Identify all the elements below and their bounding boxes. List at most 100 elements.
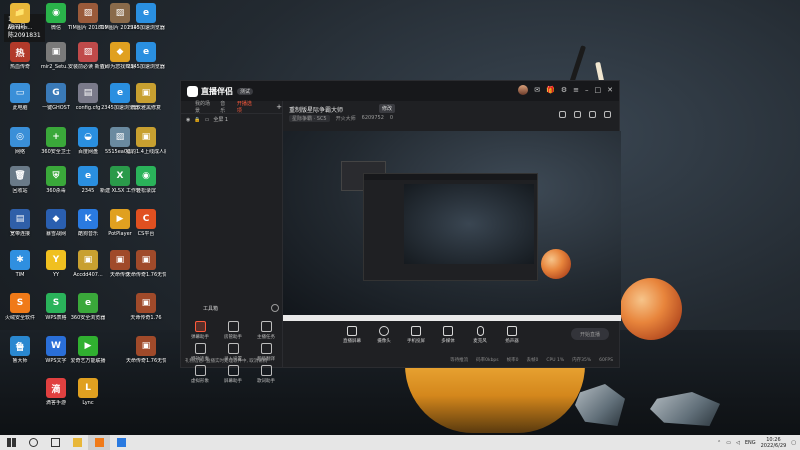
pin-icon[interactable] [589,111,596,118]
desktop-icon[interactable]: ▣ 天命传奇1.76 [126,293,166,321]
menu-icon[interactable]: ≡ [573,86,579,94]
notifications-icon[interactable]: ▢ [791,440,796,446]
phone-cast-button[interactable]: 手机投屏 [405,326,427,344]
media-icon [443,326,453,336]
desktop-icon[interactable]: e 360安全浏览器 [68,293,108,321]
gear-icon[interactable]: ⚙ [561,86,567,94]
avatar[interactable] [518,85,529,95]
tool-item[interactable]: 屏幕助手 [218,365,248,384]
taskbar: ⌃ ▭ ◁ ENG 10:26 2022/6/29 ▢ [0,435,800,450]
phone-icon [411,326,421,336]
desktop-icon[interactable]: 📁 Adminis... [0,3,40,31]
scene-item[interactable]: ◉ 🔒 ▭ 全屏 1 [181,114,282,125]
media-button[interactable]: 多媒体 [437,326,459,344]
tool-label: 虚拟形象 [191,379,209,384]
desktop-icon[interactable]: ▣ 天命传奇1.76无忧 [126,336,166,364]
desktop-icon-image: 鲁 [10,336,30,356]
tab-live-options[interactable]: 开播选项 [237,100,254,114]
desktop-icon[interactable]: 热热血传奇 [0,42,40,70]
start-live-button[interactable]: 开始直播 [571,328,609,340]
volume-icon[interactable]: ◁ [736,440,740,446]
desktop-icon[interactable]: ▣ 天命传奇1.76无忧 [126,250,166,278]
desktop-icon[interactable]: ▶ 爱奇艺万能联播 [68,336,108,364]
camera-button[interactable]: 摄像头 [373,326,395,344]
minimize-icon[interactable]: – [585,86,589,94]
control-label: 麦克风 [473,339,487,344]
desktop-icon[interactable]: e 2345加速浏览器 [126,42,166,70]
desktop-icon-image: ◆ [46,209,66,229]
lock-icon[interactable]: 🔒 [194,117,200,123]
desktop-icon[interactable]: e 2345加速浏览器 [126,3,166,31]
task-view-button[interactable] [44,435,66,450]
room-category[interactable]: 星际争霸 · SC5 [289,115,330,122]
status-item: 等待推流 [450,358,469,363]
share-icon[interactable] [604,111,611,118]
desktop-icon[interactable]: ◉ 轻松录屏 [126,166,166,194]
search-button[interactable] [22,435,44,450]
add-tab-button[interactable]: + [276,103,282,111]
input-language[interactable]: ENG [745,440,756,446]
clock-date: 2022/6/29 [760,442,787,449]
taskbar-explorer[interactable] [66,435,88,450]
mail-icon[interactable]: ✉ [534,86,540,94]
desktop-icon[interactable]: ✱ TIM [0,250,40,278]
toolbox-settings-icon[interactable] [271,304,279,312]
desktop-icon[interactable]: 🗑 回收站 [0,166,40,194]
tab-music[interactable]: 音乐 [220,100,229,114]
tool-icon [260,365,272,376]
eye-icon[interactable]: ◉ [186,117,190,123]
edit-room-button[interactable]: 修改 [379,104,396,113]
screen-capture-button[interactable]: 直播屏幕 [341,326,363,344]
desktop-icon-image: ▣ [136,293,156,313]
desktop-icon[interactable]: 鲁鲁大师 [0,336,40,364]
clock[interactable]: 10:26 2022/6/29 [761,437,787,449]
start-button[interactable] [0,435,22,450]
tool-item[interactable]: 歌词助手 [251,365,281,384]
gift-icon[interactable] [574,111,581,118]
close-icon[interactable]: ✕ [607,86,613,94]
home-icon[interactable] [559,111,566,118]
control-label: 多媒体 [441,339,455,344]
desktop-icon[interactable]: S 火绒安全软件 [0,293,40,321]
desktop-icon[interactable]: ▤ 宽带连接 [0,209,40,237]
windows-icon [6,438,16,447]
left-panel: 我的场景 音乐 开播选项 + ◉ 🔒 ▭ 全屏 1 工具箱 弹幕助手 房管助手 主播… [181,101,283,384]
desktop-icon[interactable]: L Lync [68,378,108,406]
desktop-icon[interactable]: C CS平台 [126,209,166,237]
desktop-icon-label: 鲁大师 [12,358,28,364]
network-icon[interactable]: ▭ [726,440,731,446]
tab-scenes[interactable]: 我的场景 [195,100,212,114]
desktop-icon[interactable]: ▣ 猎豹1.4上线成人版 [126,127,166,155]
tool-item[interactable]: 虚拟形象 [185,365,215,384]
speaker-button[interactable]: 扬声器 [501,326,523,344]
taskbar-app[interactable] [88,435,110,450]
desktop-icon[interactable]: ◎ 网络 [0,127,40,155]
desktop-icon-image: e [78,166,98,186]
stream-preview[interactable] [283,131,621,321]
control-label: 手机投屏 [407,339,425,344]
tool-icon [194,343,206,354]
desktop-icon-image: ◒ [78,127,98,147]
desktop-icon-image: ▣ [78,250,98,270]
control-label: 摄像头 [377,339,391,344]
desktop-icon[interactable]: ▭ 此电脑 [0,83,40,111]
monitor-icon: ▭ [204,116,210,123]
maximize-icon[interactable]: □ [595,86,602,94]
microphone-icon [476,326,484,336]
gift-icon[interactable]: 🎁 [546,86,555,94]
chevron-up-icon[interactable]: ⌃ [717,440,721,446]
microphone-button[interactable]: 麦克风 [469,326,491,344]
tool-item[interactable]: 主播任务 [251,321,281,340]
desktop-icon-image: ✱ [10,250,30,270]
taskbar-app[interactable] [110,435,132,450]
desktop-icon[interactable]: ▣ 微软雅黑修复 [126,83,166,111]
desktop-icon-image: S [46,293,66,313]
left-tabs: 我的场景 音乐 开播选项 + [181,101,282,114]
desktop-icon-image: ▨ [78,42,98,62]
tool-item[interactable]: 弹幕助手 [185,321,215,340]
version-badge[interactable]: 测试 [237,87,254,95]
tool-item[interactable]: 房管助手 [218,321,248,340]
tool-icon [227,365,239,376]
desktop-icon-label: Adminis... [7,25,33,31]
tool-icon [194,321,206,332]
